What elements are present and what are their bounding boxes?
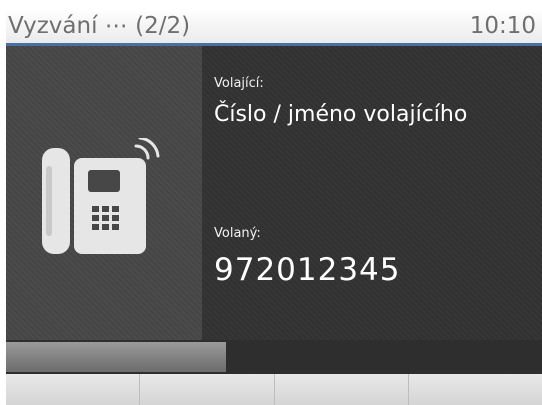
- softkey-bar: [6, 374, 542, 405]
- status-header: Vyzvání ⋯ (2/2) 10:10: [6, 12, 542, 46]
- call-info-panel: Volající: Číslo / jméno volajícího Volan…: [202, 46, 542, 340]
- caller-label: Volající:: [214, 76, 264, 91]
- call-state-title: Vyzvání ⋯ (2/2): [8, 13, 191, 39]
- softkey-3[interactable]: [274, 374, 409, 405]
- softkey-2[interactable]: [140, 374, 275, 405]
- progress-bar: [6, 340, 542, 374]
- desk-phone-icon: [42, 138, 160, 254]
- phone-screen: Vyzvání ⋯ (2/2) 10:10 Volající: Číslo / …: [6, 12, 542, 405]
- progress-bar-fill: [6, 342, 226, 372]
- clock-time: 10:10: [469, 13, 536, 39]
- softkey-1[interactable]: [6, 374, 141, 405]
- softkey-4[interactable]: [408, 374, 542, 405]
- call-icon-panel: [6, 46, 202, 340]
- caller-value: Číslo / jméno volajícího: [214, 102, 468, 127]
- callee-label: Volaný:: [214, 226, 261, 241]
- callee-number: 972012345: [214, 252, 401, 288]
